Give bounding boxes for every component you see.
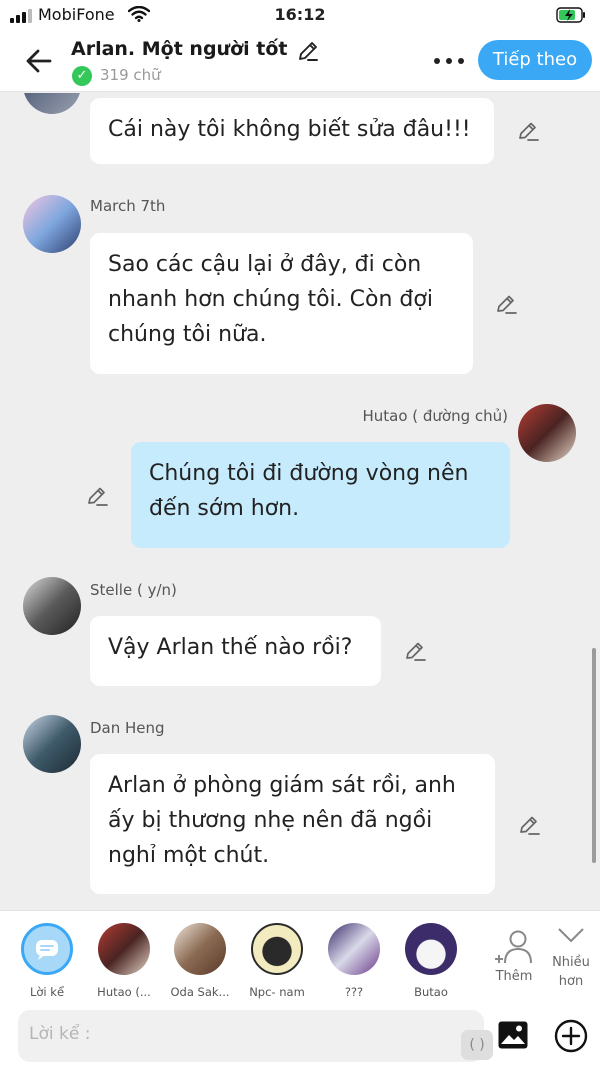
character-label: Butao — [414, 985, 448, 999]
sender-name: Hutao ( đường chủ) — [362, 407, 508, 425]
avatar[interactable] — [23, 93, 81, 114]
back-arrow-icon[interactable] — [22, 44, 56, 78]
add-icon[interactable] — [554, 1019, 588, 1053]
avatar-stelle[interactable] — [23, 577, 81, 635]
avatar-hutao[interactable] — [518, 404, 576, 462]
message-input[interactable]: Lời kể : ( ) — [18, 1010, 493, 1062]
add-character-button[interactable]: Thêm — [489, 929, 539, 984]
character-label: ??? — [344, 985, 364, 999]
character-avatar — [98, 923, 150, 975]
character-oda[interactable]: Oda Sak... — [167, 923, 233, 999]
character-npc-male[interactable]: Npc- nam — [244, 923, 310, 999]
avatar-dan-heng[interactable] — [23, 715, 81, 773]
my-message-bubble[interactable]: Chúng tôi đi đường vòng nên đến sớm hơn. — [131, 442, 510, 548]
character-label: Hutao (... — [97, 985, 151, 999]
more-characters-button[interactable]: Nhiều hơn — [546, 925, 596, 991]
image-icon[interactable] — [497, 1020, 529, 1050]
edit-message-icon[interactable] — [494, 292, 518, 316]
character-narrator[interactable]: Lời kể — [14, 923, 80, 999]
sender-name: Dan Heng — [90, 719, 165, 737]
character-label: Oda Sak... — [170, 985, 230, 999]
character-label: Lời kể — [29, 985, 65, 999]
character-hutao[interactable]: Hutao (... — [91, 923, 157, 999]
edit-message-icon[interactable] — [517, 813, 541, 837]
next-button[interactable]: Tiếp theo — [478, 40, 592, 80]
message-bubble[interactable]: Vậy Arlan thế nào rồi? — [90, 616, 381, 686]
character-bar: Lời kể Hutao (... Oda Sak... Npc- nam ??… — [0, 910, 600, 1002]
add-label: Thêm — [495, 969, 533, 984]
story-title: Arlan. Một người tốt — [71, 38, 288, 60]
more-options-icon[interactable] — [430, 50, 468, 70]
avatar-march-7th[interactable] — [23, 195, 81, 253]
character-butao[interactable]: Butao — [398, 923, 464, 999]
word-count: 319 chữ — [100, 66, 161, 84]
sender-name: Stelle ( y/n) — [90, 581, 177, 599]
edit-message-icon[interactable] — [516, 119, 540, 143]
message-bubble[interactable]: Arlan ở phòng giám sát rồi, anh ấy bị th… — [90, 754, 495, 894]
check-icon: ✓ — [72, 66, 92, 86]
edit-title-icon[interactable] — [296, 39, 320, 63]
status-bar: MobiFone 16:12 — [0, 0, 600, 30]
more-label: Nhiều hơn — [552, 955, 590, 989]
chevron-down-icon — [558, 928, 584, 943]
scrollbar[interactable] — [592, 648, 596, 863]
character-unknown[interactable]: ??? — [321, 923, 387, 999]
battery-charging-icon — [556, 7, 585, 23]
clock: 16:12 — [274, 5, 326, 24]
character-avatar — [405, 923, 457, 975]
parenthesis-button[interactable]: ( ) — [461, 1030, 493, 1060]
input-placeholder: Lời kể : — [29, 1024, 91, 1044]
narrator-chat-icon — [21, 923, 73, 975]
character-label: Npc- nam — [249, 985, 305, 999]
character-avatar — [174, 923, 226, 975]
sender-name: March 7th — [90, 197, 166, 215]
message-bubble[interactable]: Cái này tôi không biết sửa đâu!!! — [90, 98, 494, 164]
chat-area[interactable]: Cái này tôi không biết sửa đâu!!! March … — [0, 93, 600, 910]
edit-message-icon[interactable] — [403, 639, 427, 663]
edit-message-icon[interactable] — [85, 484, 109, 508]
story-header: Arlan. Một người tốt ✓ 319 chữ Tiếp theo — [0, 30, 600, 92]
character-avatar — [251, 923, 303, 975]
character-avatar — [328, 923, 380, 975]
message-bubble[interactable]: Sao các cậu lại ở đây, đi còn nhanh hơn … — [90, 233, 473, 374]
add-person-icon — [495, 930, 532, 964]
